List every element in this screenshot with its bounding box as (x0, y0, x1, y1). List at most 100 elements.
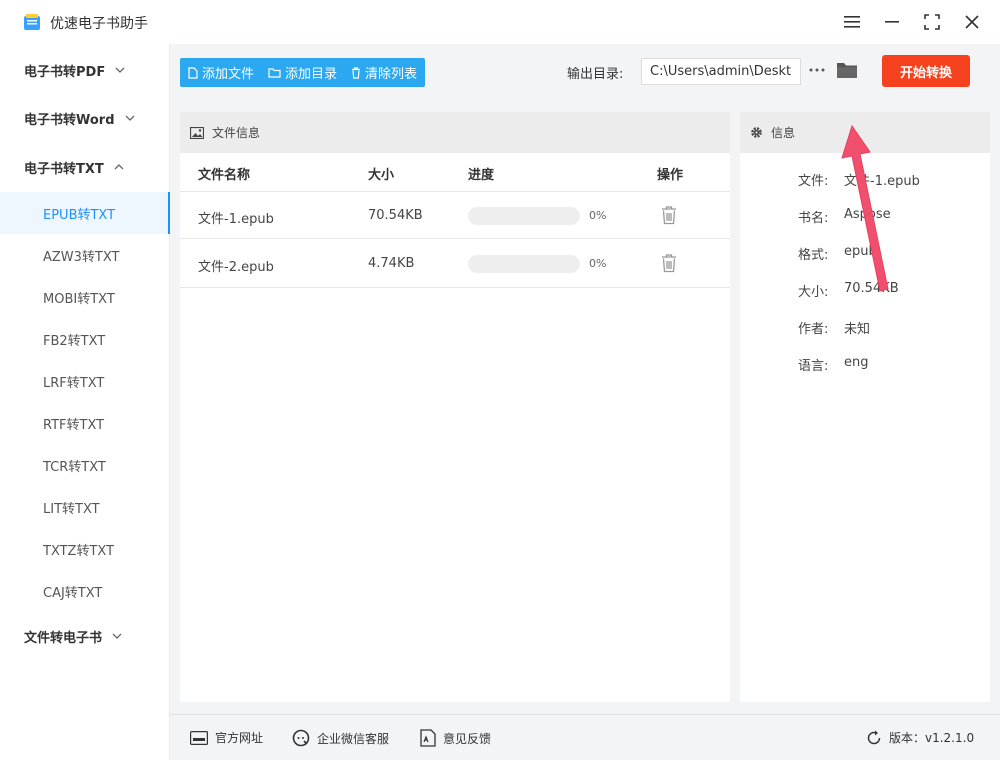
table-row[interactable]: 文件-1.epub 70.54KB 0% (180, 191, 730, 239)
trash-icon (352, 66, 361, 79)
file-size: 70.54KB (368, 208, 423, 223)
website-icon (190, 730, 208, 745)
column-header-name: 文件名称 (198, 168, 251, 183)
info-row-size: 大小: 70.54KB (798, 281, 899, 300)
chat-icon (292, 729, 310, 747)
chevron-down-icon (125, 115, 134, 121)
info-key: 作者: (798, 322, 829, 337)
version-info: 版本：v1.2.1.0 (866, 729, 974, 746)
sidebar-item-lit-txt[interactable]: LIT转TXT (0, 486, 170, 528)
info-row-author: 作者: 未知 (798, 318, 870, 337)
feedback-icon (420, 729, 436, 747)
title-bar: 优速电子书助手 (0, 0, 1000, 44)
website-link[interactable]: 官方网址 (190, 729, 263, 746)
minimize-icon[interactable] (880, 10, 904, 34)
image-icon (190, 126, 204, 139)
toolbar: 添加文件 添加目录 清除列表 (180, 58, 426, 87)
trash-icon[interactable] (660, 253, 678, 273)
sidebar-item-azw3-txt[interactable]: AZW3转TXT (0, 234, 170, 276)
progress-bar (468, 255, 580, 273)
add-directory-label: 添加目录 (285, 67, 338, 82)
sidebar-item-tcr-txt[interactable]: TCR转TXT (0, 444, 170, 486)
sidebar-item-fb2-txt[interactable]: FB2转TXT (0, 318, 170, 360)
info-key: 语言: (798, 359, 829, 374)
chevron-down-icon (112, 633, 122, 639)
progress-bar (468, 207, 580, 225)
website-label: 官方网址 (215, 731, 264, 745)
main-area: 添加文件 添加目录 清除列表 输出目录: 开始转换 文件信息 文件名称 大小 进… (170, 44, 1000, 714)
version-label: 版本：v1.2.1.0 (889, 731, 975, 745)
sidebar-category-pdf[interactable]: 电子书转PDF (0, 50, 170, 90)
folder-outline-icon (268, 68, 281, 78)
progress-text: 0% (589, 257, 607, 270)
info-value: 未知 (844, 322, 871, 337)
feedback-label: 意见反馈 (443, 731, 492, 746)
feedback-link[interactable]: 意见反馈 (420, 729, 491, 747)
app-title: 优速电子书助手 (50, 16, 148, 32)
column-header-action: 操作 (657, 168, 684, 183)
sidebar-category-label: 电子书转PDF (24, 64, 106, 80)
info-row-file: 文件: 文件-1.epub (798, 170, 920, 189)
info-panel-title: 信息 (771, 126, 796, 140)
info-value: eng (844, 355, 869, 370)
wechat-support-link[interactable]: 企业微信客服 (292, 729, 389, 747)
sidebar-category-label: 电子书转Word (24, 112, 115, 128)
info-key: 格式: (798, 248, 829, 263)
chevron-up-icon (114, 164, 124, 170)
footer: 官方网址 企业微信客服 意见反馈 版本：v1.2.1.0 (170, 714, 1000, 760)
file-name: 文件-1.epub (198, 212, 274, 227)
start-convert-button[interactable]: 开始转换 (882, 55, 970, 87)
add-file-button[interactable]: 添加文件 (188, 63, 254, 82)
column-header-progress: 进度 (468, 168, 495, 183)
trash-icon[interactable] (660, 205, 678, 225)
wechat-support-label: 企业微信客服 (317, 731, 390, 746)
clear-list-button[interactable]: 清除列表 (351, 63, 417, 82)
info-key: 大小: (798, 285, 829, 300)
info-value: 文件-1.epub (844, 174, 920, 189)
sidebar-category-txt[interactable]: 电子书转TXT (0, 147, 170, 187)
chevron-down-icon (115, 67, 125, 73)
output-directory-label: 输出目录: (567, 67, 624, 82)
sidebar-category-label: 电子书转TXT (24, 161, 104, 177)
table-row[interactable]: 文件-2.epub 4.74KB 0% (180, 240, 730, 288)
file-panel-header: 文件信息 (180, 112, 730, 153)
sidebar-category-label: 文件转电子书 (24, 630, 103, 646)
gear-icon (751, 127, 762, 138)
close-icon[interactable] (960, 10, 984, 34)
sidebar-item-rtf-txt[interactable]: RTF转TXT (0, 402, 170, 444)
file-name: 文件-2.epub (198, 260, 274, 275)
info-panel-header: 信息 (740, 112, 990, 153)
app-logo-icon (24, 14, 40, 30)
add-directory-button[interactable]: 添加目录 (268, 63, 337, 82)
info-key: 书名: (798, 211, 829, 226)
info-value: epub (844, 244, 877, 259)
sidebar-item-epub-txt[interactable]: EPUB转TXT (0, 192, 170, 234)
sidebar: 电子书转PDF 电子书转Word 电子书转TXT EPUB转TXT AZW3转T… (0, 44, 170, 760)
add-file-label: 添加文件 (202, 67, 255, 82)
column-header-size: 大小 (368, 168, 395, 183)
menu-icon[interactable] (840, 10, 864, 34)
info-value: Aspose (844, 207, 891, 222)
file-size: 4.74KB (368, 256, 415, 271)
file-list-panel: 文件信息 文件名称 大小 进度 操作 文件-1.epub 70.54KB 0% … (180, 112, 730, 702)
file-icon (188, 66, 198, 79)
sidebar-item-txtz-txt[interactable]: TXTZ转TXT (0, 528, 170, 570)
maximize-icon[interactable] (920, 10, 944, 34)
clear-list-label: 清除列表 (365, 67, 418, 82)
folder-icon[interactable] (836, 60, 858, 80)
info-row-language: 语言: eng (798, 355, 869, 374)
sidebar-category-ebook[interactable]: 文件转电子书 (0, 616, 170, 656)
file-panel-title: 文件信息 (212, 126, 261, 140)
sidebar-item-lrf-txt[interactable]: LRF转TXT (0, 360, 170, 402)
info-row-format: 格式: epub (798, 244, 877, 263)
info-panel: 信息 文件: 文件-1.epub 书名: Aspose 格式: epub 大小:… (740, 112, 990, 702)
sidebar-item-mobi-txt[interactable]: MOBI转TXT (0, 276, 170, 318)
refresh-icon (867, 730, 881, 744)
sidebar-category-word[interactable]: 电子书转Word (0, 98, 170, 138)
output-directory-input[interactable] (641, 58, 801, 85)
sidebar-item-caj-txt[interactable]: CAJ转TXT (0, 570, 170, 612)
more-options-icon[interactable] (808, 61, 826, 79)
info-key: 文件: (798, 174, 829, 189)
info-value: 70.54KB (844, 281, 899, 296)
info-row-title: 书名: Aspose (798, 207, 891, 226)
